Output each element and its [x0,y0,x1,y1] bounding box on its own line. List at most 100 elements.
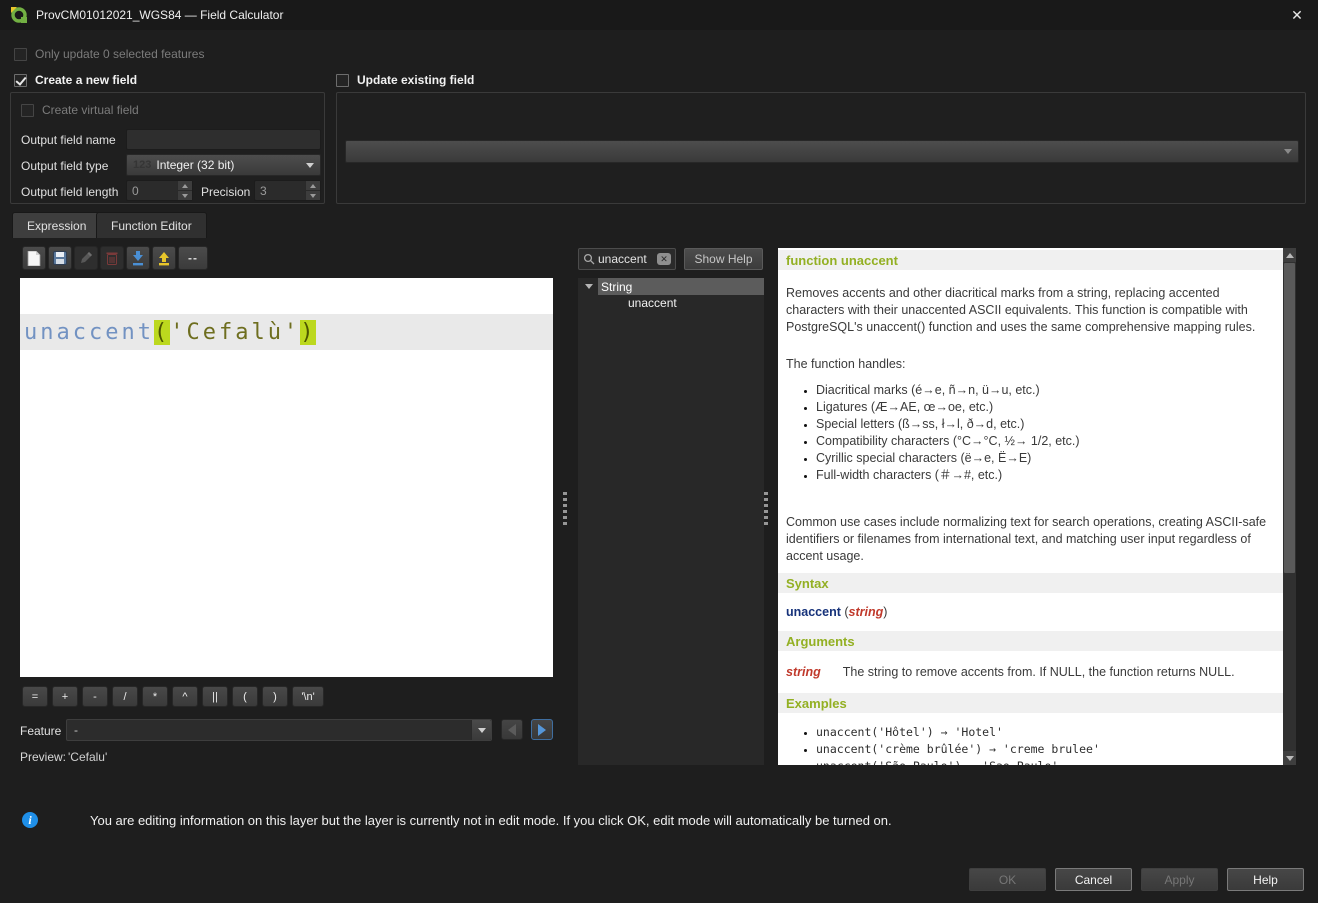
only-update-checkbox-box[interactable] [14,48,27,61]
operator-multiply-button[interactable]: * [142,686,168,707]
operator-power-button[interactable]: ^ [172,686,198,707]
import-expression-button[interactable] [126,246,150,270]
help-bullet: Full-width characters (＃→#, etc.) [816,467,1266,484]
ok-button[interactable]: OK [969,868,1046,891]
syntax-argument: string [849,605,884,619]
tab-expression-label: Expression [27,219,86,233]
tree-group-string[interactable]: String [578,278,764,295]
feature-dropdown-button[interactable] [471,720,491,740]
update-existing-field-checkbox-box[interactable] [336,74,349,87]
tab-function-editor[interactable]: Function Editor [96,212,207,238]
update-existing-field-checkbox[interactable]: Update existing field [336,73,474,87]
clear-search-icon[interactable]: ✕ [657,253,671,265]
splitter-handle[interactable] [563,492,567,528]
create-virtual-field-checkbox-box[interactable] [21,104,34,117]
expression-code-line[interactable]: unaccent('Cefalù') [20,314,553,350]
search-icon [583,253,595,265]
update-existing-field-label: Update existing field [357,73,474,87]
chevron-down-icon [478,728,486,733]
output-field-length-spinner[interactable] [126,180,193,201]
existing-field-dropdown[interactable] [345,140,1299,163]
save-icon [53,251,67,265]
chevron-down-icon [1284,149,1292,154]
function-tree: String unaccent [578,278,764,765]
spin-up-icon[interactable] [305,181,320,191]
help-button[interactable]: Help [1227,868,1304,891]
pencil-icon [79,251,93,265]
expression-open-paren: ( [154,320,170,345]
splitter-handle[interactable] [764,492,768,528]
help-bullet: Diacritical marks (é→e, ñ→n, ü→u, etc.) [816,382,1266,399]
window-title: ProvCM01012021_WGS84 — Field Calculator [36,8,283,22]
chevron-down-icon [306,163,314,168]
precision-label: Precision [201,185,250,199]
function-help-panel: function unaccent Removes accents and ot… [778,248,1283,765]
output-field-length-input[interactable] [127,184,177,198]
precision-spinner[interactable] [254,180,321,201]
help-example: unaccent('São Paulo') → 'Sao Paulo' [816,758,1266,765]
arrow-left-icon [508,724,516,736]
function-search-input[interactable] [598,252,654,266]
feature-value: - [67,723,471,737]
help-paragraph: The function handles: [786,356,1268,373]
new-file-icon [27,251,41,266]
comment-button[interactable]: -- [178,246,208,270]
create-new-field-label: Create a new field [35,73,137,87]
operator-minus-button[interactable]: - [82,686,108,707]
help-scrollbar[interactable] [1283,248,1296,765]
operator-concat-button[interactable]: || [202,686,228,707]
create-new-field-checkbox-box[interactable] [14,74,27,87]
output-field-name-label: Output field name [21,133,116,147]
cancel-button[interactable]: Cancel [1055,868,1132,891]
edit-expression-button[interactable] [74,246,98,270]
output-field-name-input[interactable] [126,129,321,150]
edit-mode-info-message: You are editing information on this laye… [90,813,892,828]
spin-down-icon[interactable] [305,191,320,200]
output-field-type-dropdown[interactable]: 123 Integer (32 bit) [126,154,321,176]
help-bullet: Special letters (ß→ss, ł→l, ð→d, etc.) [816,416,1266,433]
create-new-field-checkbox[interactable]: Create a new field [14,73,137,87]
expander-down-icon[interactable] [585,284,593,289]
close-icon[interactable]: ✕ [1288,6,1306,24]
scroll-up-icon[interactable] [1283,248,1296,262]
tree-item-unaccent[interactable]: unaccent [578,295,764,311]
tree-group-label: String [598,278,764,295]
argument-description: The string to remove accents from. If NU… [843,665,1235,679]
help-paragraph: Common use cases include normalizing tex… [786,514,1268,565]
delete-expression-button[interactable] [100,246,124,270]
save-expression-button[interactable] [48,246,72,270]
output-field-type-label: Output field type [21,159,108,173]
create-virtual-field-checkbox[interactable]: Create virtual field [21,103,139,117]
operator-open-paren-button[interactable]: ( [232,686,258,707]
precision-input[interactable] [255,184,305,198]
expression-editor[interactable]: unaccent('Cefalù') [20,278,553,677]
show-help-button[interactable]: Show Help [684,248,763,270]
operator-equals-button[interactable]: = [22,686,48,707]
new-expression-button[interactable] [22,246,46,270]
previous-feature-button[interactable] [501,719,523,740]
operator-close-paren-button[interactable]: ) [262,686,288,707]
spinner-buttons[interactable] [305,181,320,200]
help-argument-row: string The string to remove accents from.… [786,664,1268,681]
spin-up-icon[interactable] [177,181,192,191]
help-syntax-header: Syntax [778,573,1283,593]
apply-button[interactable]: Apply [1141,868,1218,891]
scrollbar-thumb[interactable] [1284,263,1295,573]
info-icon: i [22,812,38,828]
function-search-box[interactable]: ✕ [578,248,676,270]
operator-divide-button[interactable]: / [112,686,138,707]
spin-down-icon[interactable] [177,191,192,200]
next-feature-button[interactable] [531,719,553,740]
number-type-icon: 123 [133,159,151,171]
help-bullet: Cyrillic special characters (ë→e, Ë→E) [816,450,1266,467]
operator-newline-button[interactable]: '\n' [292,686,324,707]
argument-name: string [786,665,821,679]
create-virtual-field-label: Create virtual field [42,103,139,117]
feature-combobox[interactable]: - [66,719,492,741]
operator-plus-button[interactable]: + [52,686,78,707]
export-expression-button[interactable] [152,246,176,270]
tab-expression[interactable]: Expression [12,212,101,238]
only-update-checkbox[interactable]: Only update 0 selected features [14,47,204,61]
spinner-buttons[interactable] [177,181,192,200]
scroll-down-icon[interactable] [1283,751,1296,765]
